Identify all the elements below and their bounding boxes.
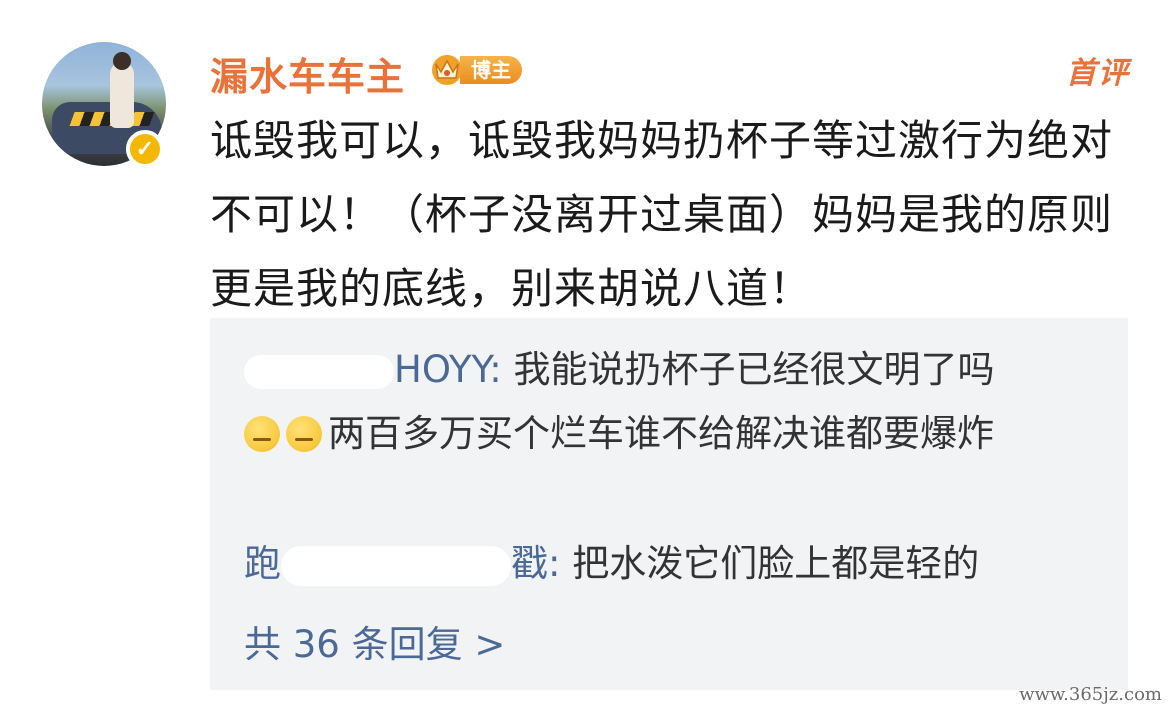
smirk-emoji-icon — [286, 416, 322, 452]
verified-badge-icon: ✓ — [126, 130, 164, 168]
first-comment-tag: 首评 — [1066, 56, 1130, 91]
username[interactable]: 漏水车车主 — [210, 46, 405, 101]
reply-text: 把水泼它们脸上都是轻的 — [572, 542, 980, 585]
watermark: www.365jz.com — [1019, 684, 1162, 705]
redacted-name — [244, 354, 394, 389]
redacted-name — [281, 545, 511, 586]
avatar-head-shape — [113, 52, 131, 70]
reply-author[interactable]: 跑戳: — [244, 542, 572, 586]
reply-text: 我能说扔杯子已经很文明了吗 — [513, 348, 995, 391]
comment-body: 诋毁我可以，诋毁我妈妈扔杯子等过激行为绝对不可以！（杯子没离开过桌面）妈妈是我的… — [210, 116, 1114, 313]
avatar-person-shape — [110, 62, 134, 128]
reply-item[interactable]: 跑戳: 把水泼它们脸上都是轻的 — [244, 532, 1074, 596]
reply-text-continuation: 两百多万买个烂车谁不给解决谁都要爆炸 — [328, 412, 994, 455]
badge-label: 博主 — [460, 56, 522, 84]
replies-panel: HOYY: 我能说扔杯子已经很文明了吗 两百多万买个烂车谁不给解决谁都要爆炸 跑… — [210, 318, 1128, 690]
reply-item[interactable]: HOYY: 我能说扔杯子已经很文明了吗 两百多万买个烂车谁不给解决谁都要爆炸 — [244, 338, 1074, 466]
smirk-emoji-icon — [244, 416, 280, 452]
blogger-badge[interactable]: 博主 — [428, 52, 524, 86]
reply-author[interactable]: HOYY: — [244, 348, 513, 391]
more-replies-link[interactable]: 共 36 条回复 > — [244, 614, 505, 668]
